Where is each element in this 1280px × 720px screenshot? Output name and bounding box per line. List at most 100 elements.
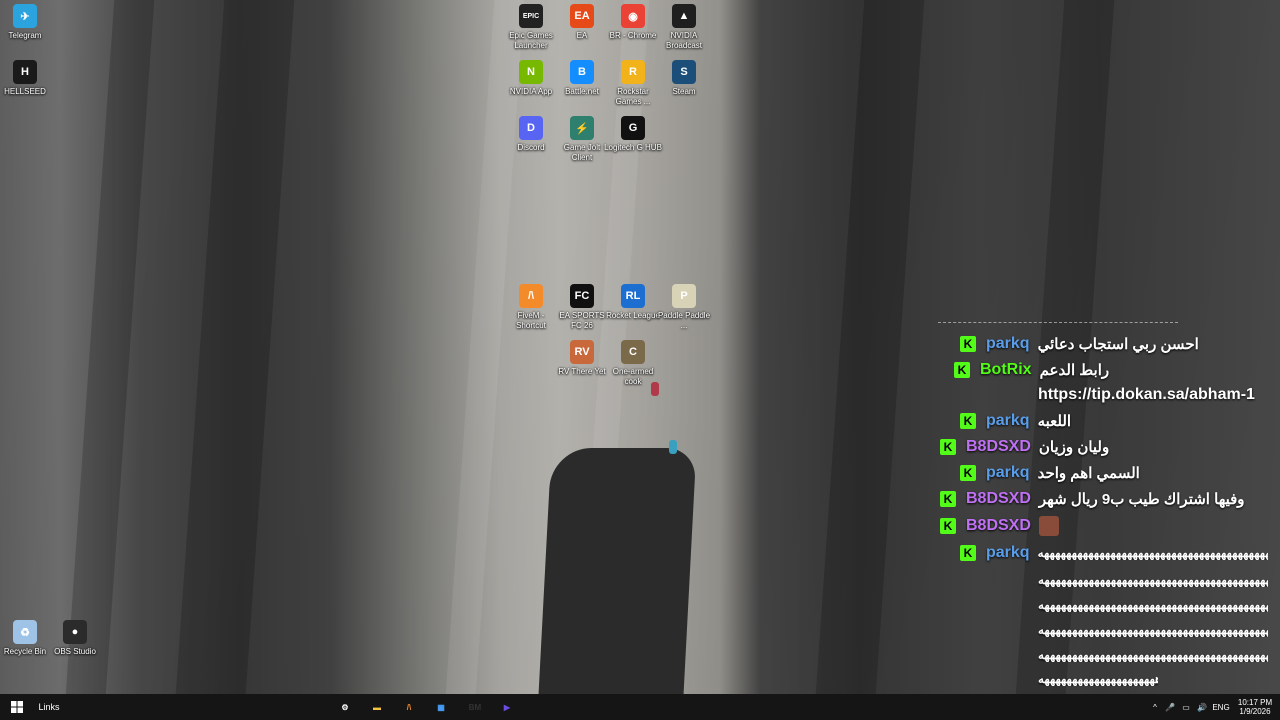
climber	[669, 440, 677, 454]
chat-username: parkq	[986, 412, 1030, 429]
chat-username: B8DSXD	[966, 438, 1031, 455]
chat-message: K B8DSXD وليان وزيان	[940, 438, 1109, 456]
chat-message: K BotRix رابط الدعم	[954, 361, 1109, 379]
kick-badge-icon: K	[940, 518, 956, 534]
app-icon: R	[621, 60, 645, 84]
kick-badge-icon: K	[960, 545, 976, 561]
desktop-icon[interactable]: D Discord	[502, 116, 560, 153]
desktop-icon-label: Battle.net	[565, 87, 599, 96]
desktop-icon[interactable]: N NVIDIA App	[502, 60, 560, 97]
app-icon: H	[13, 60, 37, 84]
chat-username: parkq	[986, 464, 1030, 481]
taskbar-app-file-explorer-icon[interactable]: ▬	[366, 698, 388, 716]
app-icon: ✈	[13, 4, 37, 28]
desktop-icon[interactable]: R Rockstar Games ...	[604, 60, 662, 107]
chat-text: احسن ربي استجاب دعائي	[1037, 336, 1199, 353]
taskbar-app-settings-app-icon[interactable]: ⚙	[334, 698, 356, 716]
desktop-icon-label: One-armed cook	[612, 367, 654, 386]
desktop-icon[interactable]: P Paddle Paddle ...	[655, 284, 713, 331]
app-icon: D	[519, 116, 543, 140]
app-icon: /\	[519, 284, 543, 308]
desktop-icon-label: Rocket League	[606, 311, 660, 320]
desktop-icon[interactable]: ● OBS Studio	[46, 620, 104, 657]
desktop-icon-label: FiveM - Shortcut	[516, 311, 546, 330]
start-button[interactable]	[6, 694, 28, 720]
chat-text: هههههههههههههههههههههههههههههههههههههههه…	[1037, 546, 1268, 560]
desktop-icon[interactable]: ✈ Telegram	[0, 4, 54, 41]
app-icon: C	[621, 340, 645, 364]
rock-streak	[65, 0, 155, 694]
app-icon: EPIC	[519, 4, 543, 28]
desktop-icon[interactable]: FC EA SPORTS FC 26	[553, 284, 611, 331]
rock-streak	[445, 0, 525, 694]
desktop-icon[interactable]: RV RV There Yet	[553, 340, 611, 377]
chat-text: وليان وزيان	[1038, 439, 1110, 456]
chat-username: B8DSXD	[966, 490, 1031, 507]
language-indicator[interactable]: ENG	[1210, 694, 1232, 720]
app-icon: FC	[570, 284, 594, 308]
desktop-icon-label: Recycle Bin	[3, 647, 47, 656]
clock-time: 10:17 PM	[1237, 698, 1273, 707]
chat-spam-line: هههههههههههههههههههههههههههههههههههههههه…	[1038, 598, 1268, 612]
desktop-icon[interactable]: EPIC Epic Games Launcher	[502, 4, 560, 51]
app-icon: RL	[621, 284, 645, 308]
desktop-icon[interactable]: EA EA	[553, 4, 611, 41]
desktop-icon[interactable]: ◉ BR - Chrome	[604, 4, 662, 41]
desktop-icon[interactable]: B Battle.net	[553, 60, 611, 97]
network-icon[interactable]: ▭	[1180, 694, 1192, 720]
desktop-icon-label: Steam	[672, 87, 696, 96]
taskbar-app-microsoft-store-icon[interactable]: ▦	[430, 698, 452, 716]
taskbar-app-fivem-icon[interactable]: /\	[398, 698, 420, 716]
chat-message: K parkq هههههههههههههههههههههههههههههههه…	[960, 544, 1268, 562]
app-icon: ♻	[13, 620, 37, 644]
desktop-icon-label: Logitech G HUB	[604, 143, 662, 152]
chat-message: https://tip.dokan.sa/abham-1	[1038, 386, 1255, 404]
chat-username: parkq	[986, 544, 1030, 561]
chat-message: K parkq احسن ربي استجاب دعائي	[960, 335, 1199, 353]
kick-badge-icon: K	[960, 413, 976, 429]
tray-expand-icon[interactable]: ^	[1149, 694, 1161, 720]
chat-text: رابط الدعم	[1039, 362, 1110, 379]
chat-message: K B8DSXD	[940, 516, 1059, 536]
desktop-icon-label: EA SPORTS FC 26	[559, 311, 605, 330]
chat-link: https://tip.dokan.sa/abham-1	[1038, 386, 1255, 403]
chat-spam-line: هههههههههههههههههههههههههههههههههههههههه…	[1038, 623, 1268, 637]
clock-date: 1/9/2026	[1239, 707, 1271, 716]
chat-spam-line: هههههههههههههههههههههههههههههههههههههههه…	[1038, 648, 1268, 662]
desktop-icon-label: Paddle Paddle ...	[657, 311, 711, 330]
desktop-icon-label: NVIDIA App	[509, 87, 553, 96]
desktop-icon[interactable]: H HELLSEED	[0, 60, 54, 97]
microphone-icon[interactable]: 🎤	[1164, 694, 1176, 720]
kick-badge-icon: K	[960, 465, 976, 481]
app-icon: ◉	[621, 4, 645, 28]
desktop-icon-label: Rockstar Games ...	[615, 87, 651, 106]
taskbar-app-media-app-icon[interactable]: ▶	[496, 698, 518, 716]
desktop-icon[interactable]: /\ FiveM - Shortcut	[502, 284, 560, 331]
kick-badge-icon: K	[960, 336, 976, 352]
desktop-icon-label: Telegram	[8, 31, 42, 40]
clock[interactable]: 10:17 PM 1/9/2026	[1234, 694, 1276, 720]
chat-username: BotRix	[980, 361, 1032, 378]
app-icon: N	[519, 60, 543, 84]
app-icon: ⚡	[570, 116, 594, 140]
taskbar: Links ⚙ ▬ /\ ▦ BM ▶ ^ 🎤 ▭ 🔊 ENG 10:17 PM 1/9/…	[0, 694, 1280, 720]
links-toolbar[interactable]: Links	[34, 694, 64, 720]
volume-icon[interactable]: 🔊	[1196, 694, 1208, 720]
desktop-icon-label: Epic Games Launcher	[509, 31, 553, 50]
windows-logo-icon	[11, 701, 23, 713]
desktop-icon[interactable]: C One-armed cook	[604, 340, 662, 387]
app-icon: B	[570, 60, 594, 84]
desktop-icon[interactable]: ⚡ Game Jolt Client	[553, 116, 611, 163]
desktop-icon-label: OBS Studio	[54, 647, 96, 656]
desktop-icon-label: Discord	[517, 143, 545, 152]
taskbar-app-bm-app-icon[interactable]: BM	[464, 698, 486, 716]
desktop-icon[interactable]: G Logitech G HUB	[604, 116, 662, 153]
app-icon: S	[672, 60, 696, 84]
app-icon: RV	[570, 340, 594, 364]
desktop-icon[interactable]: S Steam	[655, 60, 713, 97]
chat-divider	[938, 322, 1178, 323]
desktop-icon[interactable]: ▲ NVIDIA Broadcast	[655, 4, 713, 51]
desktop-icon[interactable]: RL Rocket League	[604, 284, 662, 321]
desktop-icon-label: Game Jolt Client	[563, 143, 601, 162]
chat-message: K parkq السمي اهم واحد	[960, 464, 1140, 482]
